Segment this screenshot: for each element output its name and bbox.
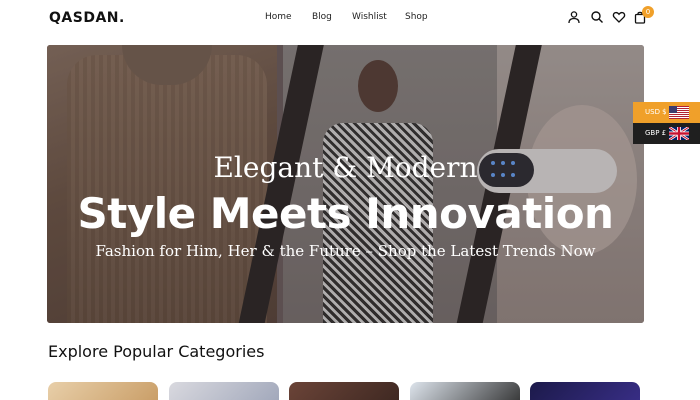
category-cards: [48, 382, 648, 400]
category-card[interactable]: [530, 382, 640, 400]
hero-overlay: [47, 45, 644, 323]
hero-tagline: Fashion for Him, Her & the Future – Shop…: [95, 242, 596, 260]
nav-blog[interactable]: Blog: [312, 12, 332, 22]
heart-icon[interactable]: [612, 10, 626, 24]
category-card[interactable]: [410, 382, 520, 400]
site-header: QASDAN. Home Blog Wishlist Shop 0: [0, 0, 700, 38]
categories-heading: Explore Popular Categories: [48, 342, 265, 361]
currency-gbp-option[interactable]: GBP £: [633, 123, 700, 144]
currency-usd-label: USD $: [645, 108, 667, 116]
nav-home[interactable]: Home: [265, 12, 292, 22]
site-logo[interactable]: QASDAN.: [49, 10, 125, 26]
category-card[interactable]: [169, 382, 279, 400]
nav-shop[interactable]: Shop: [405, 12, 428, 22]
currency-usd-option[interactable]: USD $: [633, 102, 700, 123]
us-flag-icon: [669, 106, 689, 119]
hero-banner[interactable]: Elegant & Modern Style Meets Innovation …: [47, 45, 644, 323]
uk-flag-icon: [669, 127, 689, 140]
category-card[interactable]: [289, 382, 399, 400]
search-icon[interactable]: [590, 10, 604, 24]
cart-count-badge: 0: [642, 6, 654, 18]
hero-subtitle: Elegant & Modern: [213, 151, 478, 184]
hero-title: Style Meets Innovation: [77, 189, 614, 238]
currency-gbp-label: GBP £: [645, 129, 667, 137]
category-card[interactable]: [48, 382, 158, 400]
nav-wishlist[interactable]: Wishlist: [352, 12, 387, 22]
user-icon[interactable]: [567, 10, 581, 24]
